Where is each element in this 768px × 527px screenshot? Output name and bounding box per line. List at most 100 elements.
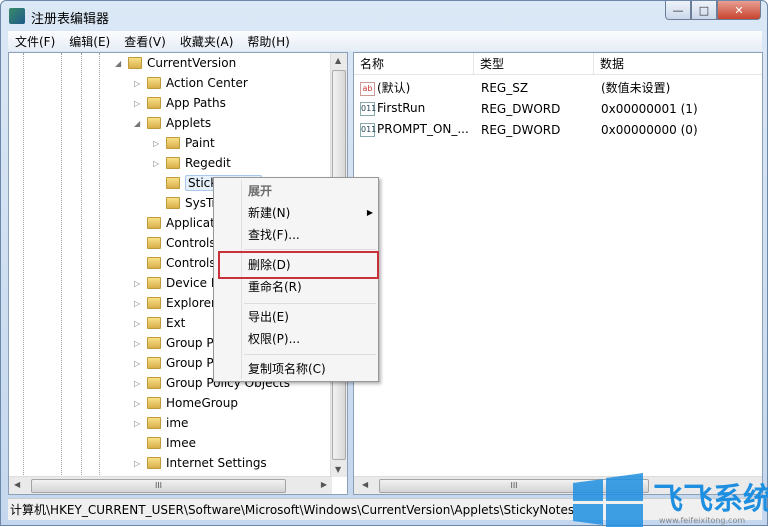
menu-item-label: 权限(P)... [248,332,301,346]
value-type: REG_DWORD [481,122,561,137]
folder-icon [147,437,161,449]
tree-item[interactable]: ▷ Paint [153,133,215,153]
expander-icon[interactable]: ▷ [153,139,163,148]
menu-item-label: 复制项名称(C) [248,362,326,376]
column-data[interactable]: 数据 [594,53,762,74]
expander-icon[interactable]: ▷ [134,419,144,428]
expander-icon[interactable]: ▷ [134,99,144,108]
menu-item-label: 重命名(R) [248,280,302,294]
svg-text:飞飞系统: 飞飞系统 [653,482,768,517]
binary-value-icon: 011 [360,122,376,137]
menu-edit[interactable]: 编辑(E) [62,33,117,50]
context-menu-item[interactable]: 查找(F)... [248,224,373,246]
menu-item-label: 新建(N) [248,206,291,220]
value-data: 0x00000001 (1) [601,101,698,116]
tree-item-label: Action Center [166,76,248,90]
tree-item[interactable]: ▷ Explorer [134,293,216,313]
tree-item[interactable]: ▷ ime [134,413,188,433]
folder-icon [147,117,161,129]
tree-item[interactable]: ▷ Ext [134,313,185,333]
folder-icon [147,297,161,309]
folder-icon [147,277,161,289]
registry-editor-window: 注册表编辑器 — □ ✕ 文件(F) 编辑(E) 查看(V) 收藏夹(A) 帮助… [0,0,768,527]
close-button[interactable]: ✕ [717,1,761,20]
value-data: 0x00000000 (0) [601,122,698,137]
tree-item[interactable]: ◢ Applets [134,113,211,133]
menu-separator [244,249,376,250]
folder-icon [147,317,161,329]
context-menu-item[interactable]: 权限(P)... [248,328,373,350]
tree-item[interactable]: Imee [134,433,196,453]
folder-icon [147,77,161,89]
menu-favorites[interactable]: 收藏夹(A) [173,33,241,50]
value-name: (默认) [377,81,411,95]
menu-item-label: 展开 [248,184,273,198]
folder-icon [147,417,161,429]
folder-icon [147,257,161,269]
menu-view[interactable]: 查看(V) [117,33,173,50]
folder-icon [147,237,161,249]
value-type: REG_DWORD [481,101,561,116]
expander-icon[interactable]: ◢ [115,59,125,68]
column-type[interactable]: 类型 [474,53,594,74]
expander-icon[interactable]: ▷ [134,79,144,88]
folder-icon [128,57,142,69]
folder-icon [147,337,161,349]
tree-item[interactable]: ◢ CurrentVersion [115,53,236,73]
context-menu-item[interactable]: 复制项名称(C) [248,358,373,380]
expander-icon[interactable]: ▷ [134,359,144,368]
context-menu: 展开 新建(N) ▶ 查找(F)... 删除(D) 重命名(R) 导出(E) 权限(P)...… [213,177,379,382]
expander-icon[interactable]: ▷ [134,379,144,388]
value-data: (数值未设置) [601,81,671,95]
tree-horizontal-scrollbar[interactable]: ◀ III ▶ [9,476,332,494]
tree-item-label: HomeGroup [166,396,238,410]
delete-highlight-box [218,251,379,279]
tree-item-label: CurrentVersion [147,56,237,70]
context-menu-item[interactable]: 重命名(R) [248,276,373,298]
folder-icon [147,397,161,409]
tree-item-label: Regedit [185,156,231,170]
folder-icon [147,357,161,369]
expander-icon[interactable]: ▷ [134,459,144,468]
folder-icon [147,97,161,109]
expander-icon[interactable]: ▷ [134,299,144,308]
column-name[interactable]: 名称 [354,53,474,74]
tree-item-label: Applets [166,116,212,130]
tree-item[interactable]: ▷ Internet Settings [134,453,267,473]
tree-item-label: Imee [166,436,196,450]
menu-separator [244,303,376,304]
tree-item-label: Paint [185,136,215,150]
tree-item-label: Explorer [166,296,216,310]
maximize-button[interactable]: □ [691,1,717,20]
menu-item-label: 导出(E) [248,310,289,324]
tree-item[interactable]: ▷ Action Center [134,73,248,93]
values-pane: 名称 类型 数据 ab (默认) REG_SZ (数值未设置) 011FirstRun R… [353,52,763,495]
value-type: REG_SZ [481,80,529,95]
context-menu-item[interactable]: 新建(N) ▶ [248,202,373,224]
tree-item[interactable]: ▷ Regedit [153,153,231,173]
expander-icon[interactable]: ▷ [134,399,144,408]
folder-icon [147,217,161,229]
value-name: FirstRun [377,101,426,116]
menu-file[interactable]: 文件(F) [8,33,62,50]
value-name: PROMPT_ON_... [377,122,469,137]
registry-editor-icon [9,8,25,24]
folder-icon [166,197,180,209]
expander-icon[interactable]: ▷ [134,339,144,348]
menu-help[interactable]: 帮助(H) [240,33,296,50]
expander-icon[interactable]: ◢ [134,119,144,128]
submenu-arrow-icon: ▶ [366,208,373,217]
minimize-button[interactable]: — [665,1,691,20]
expander-icon[interactable]: ▷ [134,319,144,328]
expander-icon[interactable]: ▷ [134,279,144,288]
tree-item-label: Ext [166,316,186,330]
svg-text:www.feifeixitong.com: www.feifeixitong.com [659,516,745,525]
tree-item-label: App Paths [166,96,226,110]
tree-item[interactable]: ▷ App Paths [134,93,226,113]
tree-item[interactable]: ▷ HomeGroup [134,393,238,413]
menu-item-label: 查找(F)... [248,228,300,242]
context-menu-item: 展开 [248,180,373,202]
watermark-logo: 飞飞系统 www.feifeixitong.com [573,473,768,527]
expander-icon[interactable]: ▷ [153,159,163,168]
context-menu-item[interactable]: 导出(E) [248,306,373,328]
